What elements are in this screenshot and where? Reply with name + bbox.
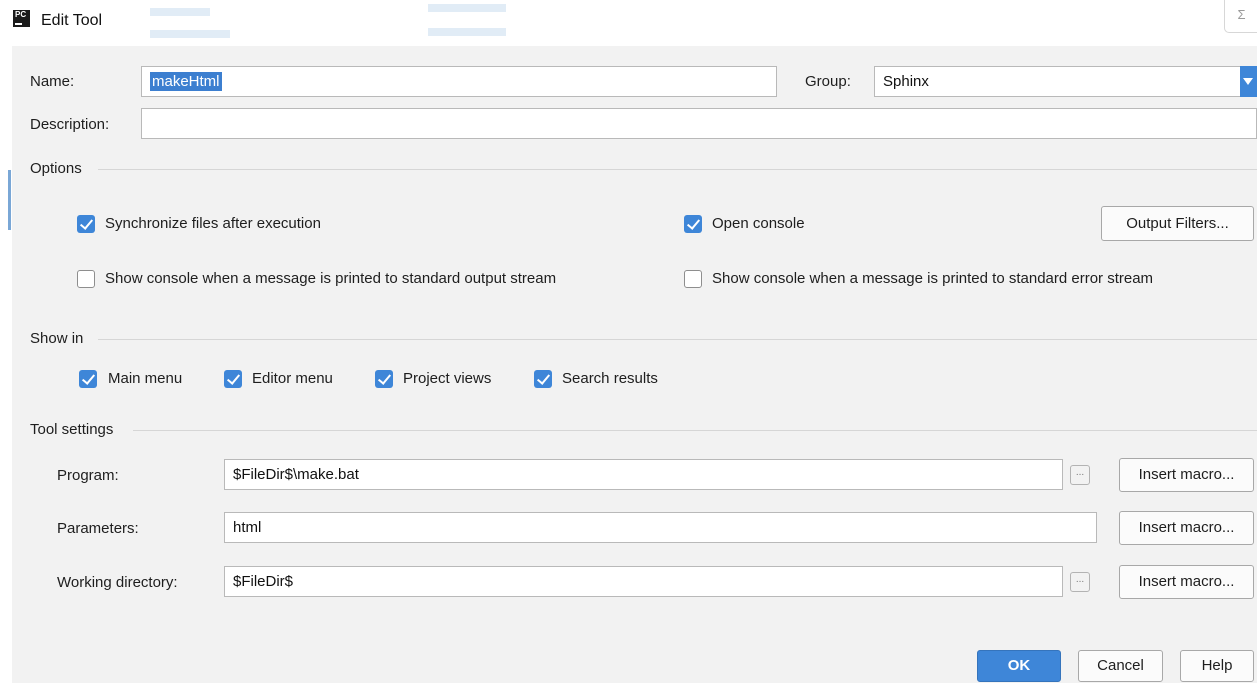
insert-macro-working-directory-button[interactable]: Insert macro...	[1119, 565, 1254, 599]
working-directory-label: Working directory:	[57, 574, 178, 591]
help-button[interactable]: Help	[1180, 650, 1254, 682]
background-window-ghost	[428, 28, 506, 36]
ok-button[interactable]: OK	[977, 650, 1061, 682]
background-window-ghost	[428, 4, 506, 12]
window-title: Edit Tool	[41, 12, 103, 29]
search-results-label: Search results	[562, 370, 658, 387]
section-divider	[98, 169, 1257, 170]
background-window-edge	[8, 170, 11, 230]
working-directory-input[interactable]: $FileDir$	[224, 566, 1063, 597]
parameters-input[interactable]: html	[224, 512, 1097, 543]
show-console-stdout-label: Show console when a message is printed t…	[105, 270, 557, 287]
title-bar: PC Edit Tool Σ	[0, 0, 1257, 46]
group-combobox[interactable]: Sphinx	[874, 66, 1244, 97]
name-input[interactable]: makeHtml	[141, 66, 777, 97]
show-console-stderr-checkbox[interactable]	[684, 270, 702, 288]
options-section-title: Options	[30, 160, 82, 177]
sync-files-checkbox[interactable]	[77, 215, 95, 233]
description-label: Description:	[30, 116, 110, 133]
main-menu-label: Main menu	[108, 370, 183, 387]
insert-macro-program-button[interactable]: Insert macro...	[1119, 458, 1254, 492]
description-input[interactable]	[141, 108, 1257, 139]
editor-menu-label: Editor menu	[252, 370, 333, 387]
group-label: Group:	[805, 73, 851, 90]
section-divider	[133, 430, 1257, 431]
program-label: Program:	[57, 467, 119, 484]
show-in-section-title: Show in	[30, 330, 84, 347]
name-value: makeHtml	[150, 72, 222, 91]
editor-menu-checkbox[interactable]	[224, 370, 242, 388]
output-filters-button[interactable]: Output Filters...	[1101, 206, 1254, 241]
section-divider	[98, 339, 1257, 340]
close-button[interactable]: Σ	[1224, 0, 1257, 33]
project-views-label: Project views	[403, 370, 492, 387]
search-results-checkbox[interactable]	[534, 370, 552, 388]
name-label: Name:	[30, 73, 75, 90]
browse-working-directory-button[interactable]: ...	[1070, 572, 1090, 592]
background-window-ghost	[150, 8, 210, 16]
open-console-label: Open console	[712, 215, 805, 232]
sync-files-label: Synchronize files after execution	[105, 215, 321, 232]
open-console-checkbox[interactable]	[684, 215, 702, 233]
program-input[interactable]: $FileDir$\make.bat	[224, 459, 1063, 490]
project-views-checkbox[interactable]	[375, 370, 393, 388]
cancel-button[interactable]: Cancel	[1078, 650, 1163, 682]
insert-macro-parameters-button[interactable]: Insert macro...	[1119, 511, 1254, 545]
tool-settings-section-title: Tool settings	[30, 421, 114, 438]
show-console-stderr-label: Show console when a message is printed t…	[712, 270, 1154, 287]
chevron-down-icon[interactable]	[1240, 66, 1257, 97]
browse-program-button[interactable]: ...	[1070, 465, 1090, 485]
show-console-stdout-checkbox[interactable]	[77, 270, 95, 288]
background-window-ghost	[150, 30, 230, 38]
parameters-label: Parameters:	[57, 520, 139, 537]
main-menu-checkbox[interactable]	[79, 370, 97, 388]
pycharm-app-icon: PC	[13, 10, 30, 27]
close-icon: Σ	[1237, 7, 1246, 22]
